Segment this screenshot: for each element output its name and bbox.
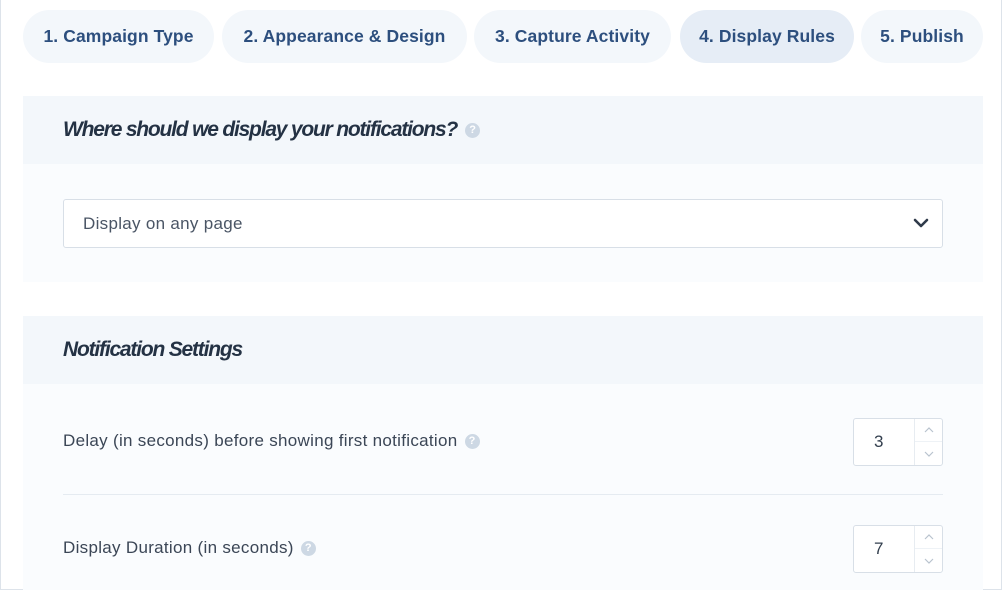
- increment-button[interactable]: [915, 419, 942, 442]
- delay-value[interactable]: 3: [874, 432, 883, 452]
- duration-value[interactable]: 7: [874, 539, 883, 559]
- chevron-down-icon: [924, 451, 933, 457]
- wizard-tabs: 1. Campaign Type 2. Appearance & Design …: [23, 10, 983, 63]
- tab-label: 2. Appearance & Design: [243, 26, 446, 46]
- tab-appearance-design[interactable]: 2. Appearance & Design: [222, 10, 467, 63]
- tab-label: 3. Capture Activity: [495, 26, 650, 46]
- notification-settings-panel: Notification Settings Delay (in seconds)…: [23, 316, 983, 590]
- chevron-down-icon: [924, 558, 933, 564]
- notification-settings-title: Notification Settings: [63, 338, 243, 361]
- delay-row: Delay (in seconds) before showing first …: [63, 430, 480, 452]
- help-glyph: ?: [304, 542, 312, 554]
- tab-label: 1. Campaign Type: [43, 26, 194, 46]
- chevron-down-icon: [913, 218, 929, 228]
- tab-display-rules[interactable]: 4. Display Rules: [680, 10, 854, 63]
- notification-settings-header: Notification Settings: [23, 316, 983, 384]
- help-icon[interactable]: ?: [464, 433, 480, 449]
- duration-label: Display Duration (in seconds): [63, 538, 294, 557]
- display-location-header: Where should we display your notificatio…: [23, 96, 983, 164]
- duration-row: Display Duration (in seconds) ?: [63, 537, 316, 559]
- tab-capture-activity[interactable]: 3. Capture Activity: [474, 10, 671, 63]
- help-icon[interactable]: ?: [465, 122, 481, 138]
- help-glyph: ?: [469, 124, 476, 136]
- spinner: [914, 419, 942, 465]
- spinner: [914, 526, 942, 572]
- display-location-select[interactable]: Display on any page: [63, 199, 943, 248]
- duration-stepper[interactable]: 7: [853, 525, 943, 573]
- chevron-up-icon: [924, 534, 933, 540]
- help-glyph: ?: [468, 435, 476, 447]
- tab-campaign-type[interactable]: 1. Campaign Type: [23, 10, 214, 63]
- display-location-panel: Where should we display your notificatio…: [23, 96, 983, 282]
- tab-label: 4. Display Rules: [699, 26, 835, 46]
- delay-label: Delay (in seconds) before showing first …: [63, 431, 458, 450]
- display-location-title: Where should we display your notificatio…: [63, 118, 458, 141]
- tab-label: 5. Publish: [880, 26, 964, 46]
- tab-publish[interactable]: 5. Publish: [861, 10, 983, 63]
- delay-stepper[interactable]: 3: [853, 418, 943, 466]
- divider: [63, 494, 943, 495]
- help-icon[interactable]: ?: [300, 540, 316, 556]
- select-value: Display on any page: [83, 213, 243, 233]
- chevron-up-icon: [924, 427, 933, 433]
- decrement-button[interactable]: [915, 549, 942, 572]
- page-frame: 1. Campaign Type 2. Appearance & Design …: [0, 0, 1002, 590]
- increment-button[interactable]: [915, 526, 942, 549]
- decrement-button[interactable]: [915, 442, 942, 465]
